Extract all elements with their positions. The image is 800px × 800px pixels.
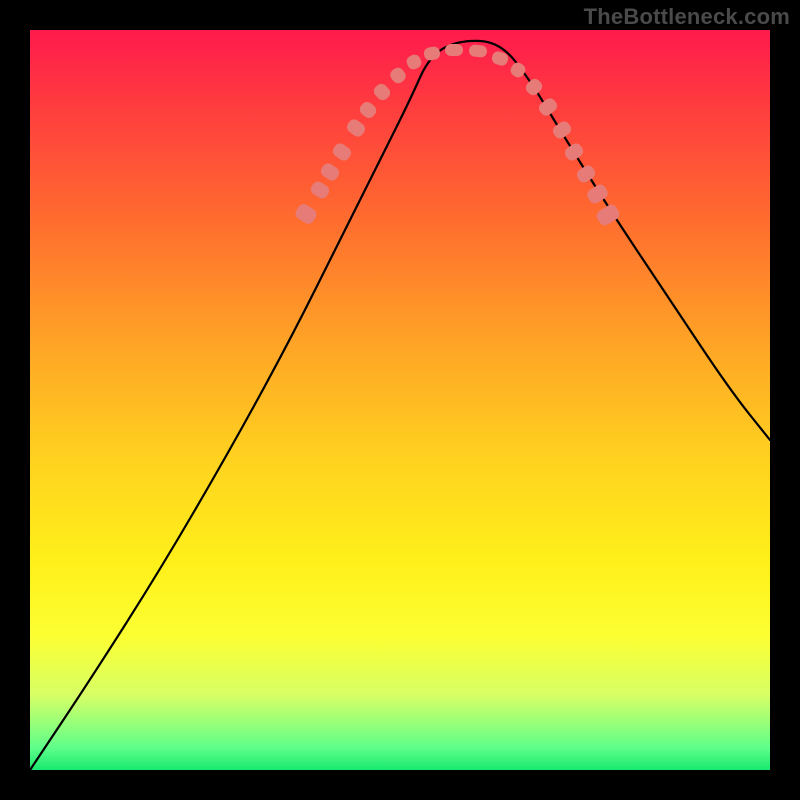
bottleneck-curve-svg	[30, 30, 770, 770]
watermark-text: TheBottleneck.com	[584, 4, 790, 30]
highlight-marker	[445, 44, 463, 56]
chart-plot-area	[30, 30, 770, 770]
highlight-marker	[468, 44, 487, 58]
bottleneck-curve-path	[30, 41, 770, 770]
